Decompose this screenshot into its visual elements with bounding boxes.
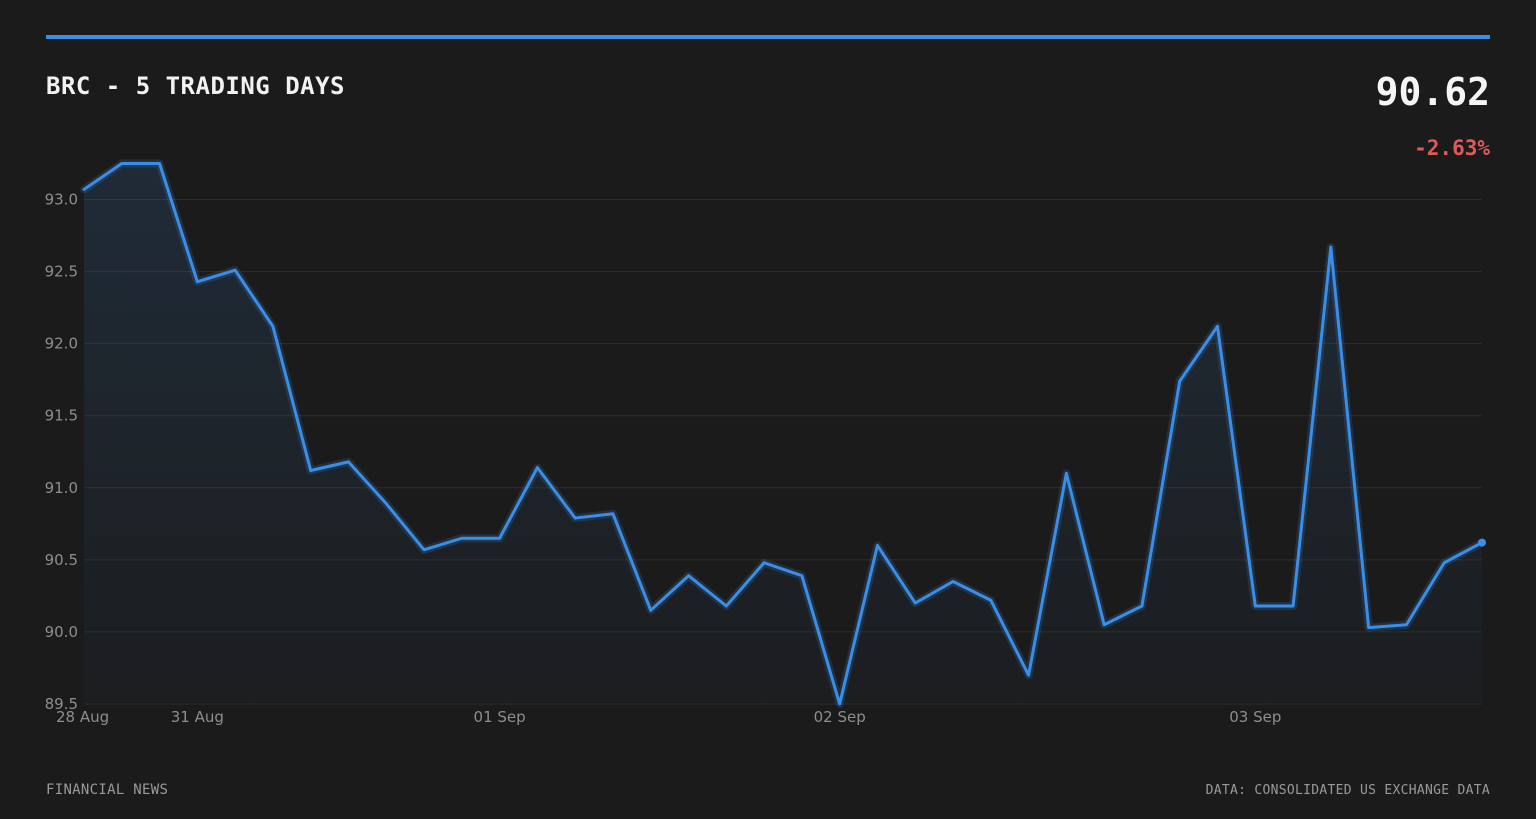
y-tick-label: 93.0 <box>45 191 78 209</box>
area-layer <box>84 163 1482 704</box>
y-tick-label: 91.0 <box>45 479 78 497</box>
x-tick-label: 03 Sep <box>1229 708 1281 726</box>
y-tick-label: 90.5 <box>45 551 78 569</box>
x-tick-label: 01 Sep <box>474 708 526 726</box>
x-tick-label: 02 Sep <box>814 708 866 726</box>
y-tick-label: 92.5 <box>45 263 78 281</box>
y-tick-label: 90.0 <box>45 623 78 641</box>
footer-source-left: FINANCIAL NEWS <box>46 782 169 798</box>
x-tick-label: 31 Aug <box>171 708 224 726</box>
x-tick-label: 28 Aug <box>56 708 109 726</box>
y-tick-label: 91.5 <box>45 407 78 425</box>
area-fill <box>84 163 1482 704</box>
footer-source-right: DATA: CONSOLIDATED US EXCHANGE DATA <box>1205 783 1490 798</box>
price-chart: 89.590.090.591.091.592.092.593.0 28 Aug 3… <box>45 159 1486 726</box>
data-point <box>1478 538 1486 547</box>
x-axis: 28 Aug 31 Aug 01 Sep 02 Sep 03 Sep <box>56 708 1281 726</box>
y-axis: 89.590.090.591.091.592.092.593.0 <box>45 191 78 713</box>
y-tick-label: 92.0 <box>45 335 78 353</box>
